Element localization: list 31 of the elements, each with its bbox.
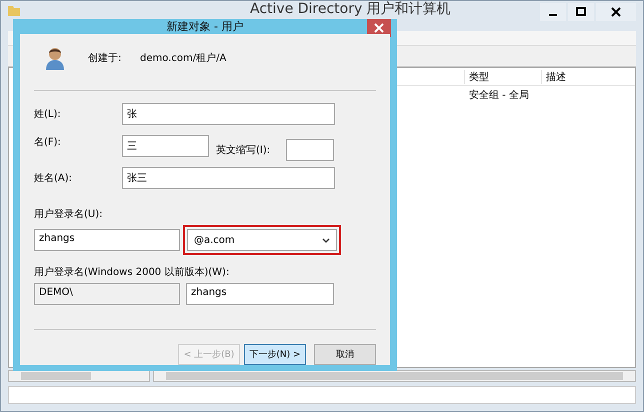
- created-in-path: demo.com/租户/A: [140, 52, 226, 65]
- chevron-down-icon: [322, 238, 330, 242]
- horizontal-scrollbar[interactable]: [8, 370, 150, 382]
- maximize-button[interactable]: [568, 3, 594, 21]
- minimize-button[interactable]: [540, 3, 566, 21]
- column-header[interactable]: 类型: [464, 70, 541, 84]
- created-in-label: 创建于:: [88, 52, 122, 65]
- input-field[interactable]: 张: [122, 103, 335, 125]
- field-label: 英文缩写(I):: [216, 144, 272, 157]
- input-field[interactable]: 三: [122, 135, 209, 157]
- field-label: 用户登录名(Windows 2000 以前版本)(W):: [34, 266, 230, 279]
- folder-icon: [8, 5, 20, 16]
- dialog-button[interactable]: 下一步(N) >: [244, 344, 306, 365]
- field-label: 名(F):: [34, 136, 62, 149]
- input-field[interactable]: [286, 139, 334, 161]
- field-label: 用户登录名(U):: [34, 208, 104, 221]
- table-cell-text: 安全组 - 全局: [468, 88, 529, 102]
- input-field[interactable]: zhangs: [186, 283, 334, 305]
- window-title: Active Directory 用户和计算机: [250, 1, 451, 18]
- close-button[interactable]: [596, 3, 636, 21]
- input-field: DEMO\: [34, 283, 180, 305]
- dialog-button[interactable]: 取消: [314, 344, 376, 365]
- dialog-title: 新建对象 - 用户: [166, 19, 244, 34]
- horizontal-scrollbar[interactable]: [153, 370, 636, 382]
- field-label: 姓(L):: [34, 108, 62, 121]
- field-label: 姓名(A):: [34, 172, 74, 185]
- column-header[interactable]: 描述: [541, 70, 618, 84]
- input-field[interactable]: 张三: [122, 167, 335, 189]
- suffix-dropdown[interactable]: @a.com: [187, 229, 337, 251]
- input-field[interactable]: zhangs: [34, 229, 180, 251]
- user-icon: [45, 46, 65, 70]
